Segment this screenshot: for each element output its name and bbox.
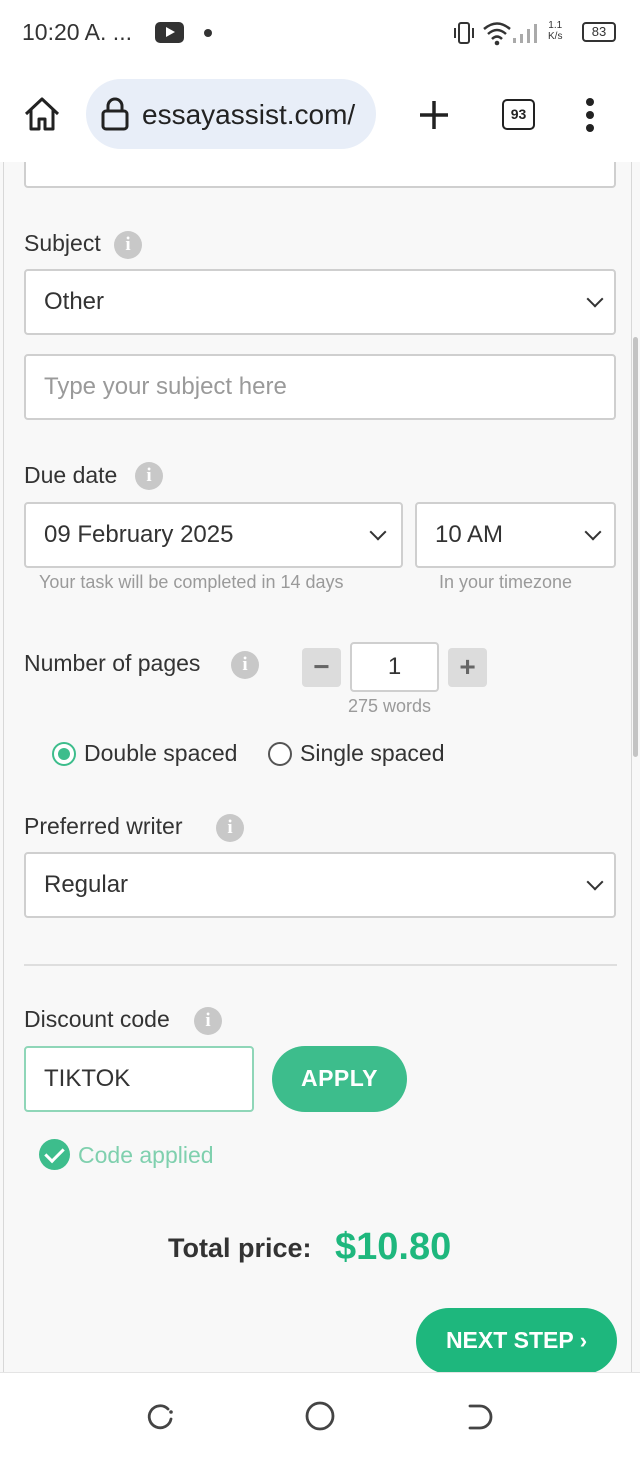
single-spaced-radio[interactable] [268, 742, 292, 766]
chevron-right-icon: › [579, 1328, 588, 1353]
scrollbar[interactable] [633, 337, 638, 757]
plus-icon: + [459, 651, 476, 682]
page-left-edge [3, 162, 4, 1372]
pages-increment-button[interactable]: + [448, 648, 487, 687]
subject-select[interactable]: Other [24, 269, 616, 335]
pages-input[interactable]: 1 [350, 642, 439, 692]
due-date-value: 09 February 2025 [44, 521, 234, 548]
youtube-icon [155, 22, 184, 43]
due-time-hint: In your timezone [439, 572, 573, 592]
lock-icon [101, 97, 129, 131]
total-price-label: Total price: [168, 1233, 312, 1263]
status-time: 10:20 A. ... [22, 19, 132, 45]
discount-label: Discount code [24, 1006, 170, 1032]
discount-code-value: TIKTOK [44, 1065, 131, 1092]
due-date-info-icon[interactable]: i [135, 462, 163, 490]
system-nav-bar [0, 1372, 640, 1457]
next-step-button[interactable]: NEXT STEP › [416, 1308, 617, 1372]
writer-select-value: Regular [44, 871, 129, 898]
subject-custom-input[interactable]: Type your subject here [24, 354, 616, 420]
subject-label: Subject [24, 230, 101, 256]
apply-button-label: APPLY [300, 1065, 379, 1091]
notification-dot-icon [204, 29, 212, 37]
wifi-icon [483, 22, 511, 46]
check-circle-icon [39, 1139, 70, 1170]
due-date-label: Due date [24, 462, 118, 488]
chevron-down-icon [584, 523, 602, 541]
tab-count: 93 [510, 106, 527, 122]
order-form: Subject i Other Type your subject here D… [0, 162, 640, 1372]
due-time-value: 10 AM [435, 521, 504, 548]
chevron-down-icon [586, 873, 604, 891]
status-bar: 10:20 A. ... 1.1 K/s 83 [0, 0, 640, 68]
net-speed: 1.1 K/s [548, 20, 562, 42]
paper-type-select[interactable] [24, 162, 616, 188]
writer-label: Preferred writer [24, 813, 183, 839]
minus-icon: − [313, 651, 330, 682]
subject-select-value: Other [44, 288, 105, 315]
browser-toolbar: essayassist.com/ 93 [0, 68, 640, 162]
discount-code-input[interactable]: TIKTOK [24, 1046, 254, 1112]
double-spaced-label[interactable]: Double spaced [84, 740, 237, 767]
due-time-select[interactable]: 10 AM [415, 502, 616, 568]
chevron-down-icon [586, 290, 604, 308]
battery-level: 83 [591, 24, 607, 39]
chevron-down-icon [369, 523, 387, 541]
writer-info-icon[interactable]: i [216, 814, 244, 842]
writer-select[interactable]: Regular [24, 852, 616, 918]
home-icon[interactable] [22, 95, 62, 133]
subject-custom-placeholder: Type your subject here [44, 373, 287, 400]
pages-value: 1 [387, 653, 402, 680]
single-spaced-label[interactable]: Single spaced [300, 740, 445, 767]
pages-label: Number of pages [24, 650, 201, 676]
net-speed-unit: K/s [548, 31, 563, 42]
home-nav-icon[interactable] [304, 1400, 336, 1432]
words-count: 275 words [348, 696, 432, 716]
due-date-select[interactable]: 09 February 2025 [24, 502, 403, 568]
battery-icon: 83 [582, 22, 616, 42]
discount-info-icon[interactable]: i [194, 1007, 222, 1035]
new-tab-icon[interactable] [417, 98, 451, 132]
apply-button[interactable]: APPLY [272, 1046, 407, 1112]
next-step-label: NEXT STEP [445, 1327, 574, 1353]
subject-info-icon[interactable]: i [114, 231, 142, 259]
pages-decrement-button[interactable]: − [302, 648, 341, 687]
address-bar[interactable]: essayassist.com/ [86, 79, 376, 149]
tab-switcher-button[interactable]: 93 [502, 99, 535, 130]
double-spaced-radio[interactable] [52, 742, 76, 766]
total-price-value: $10.80 [335, 1226, 452, 1268]
net-speed-value: 1.1 [548, 20, 563, 31]
back-icon[interactable] [464, 1401, 496, 1433]
page-right-edge [631, 162, 632, 1372]
vibrate-icon [454, 22, 474, 44]
code-applied-status: Code applied [78, 1142, 214, 1168]
recent-apps-icon[interactable] [144, 1401, 176, 1433]
section-divider [24, 964, 617, 966]
due-date-hint: Your task will be completed in 14 days [39, 572, 344, 592]
pages-info-icon[interactable]: i [231, 651, 259, 679]
signal-icon [513, 24, 537, 43]
url-text: essayassist.com/ [142, 99, 356, 130]
more-vert-icon[interactable] [582, 96, 598, 134]
